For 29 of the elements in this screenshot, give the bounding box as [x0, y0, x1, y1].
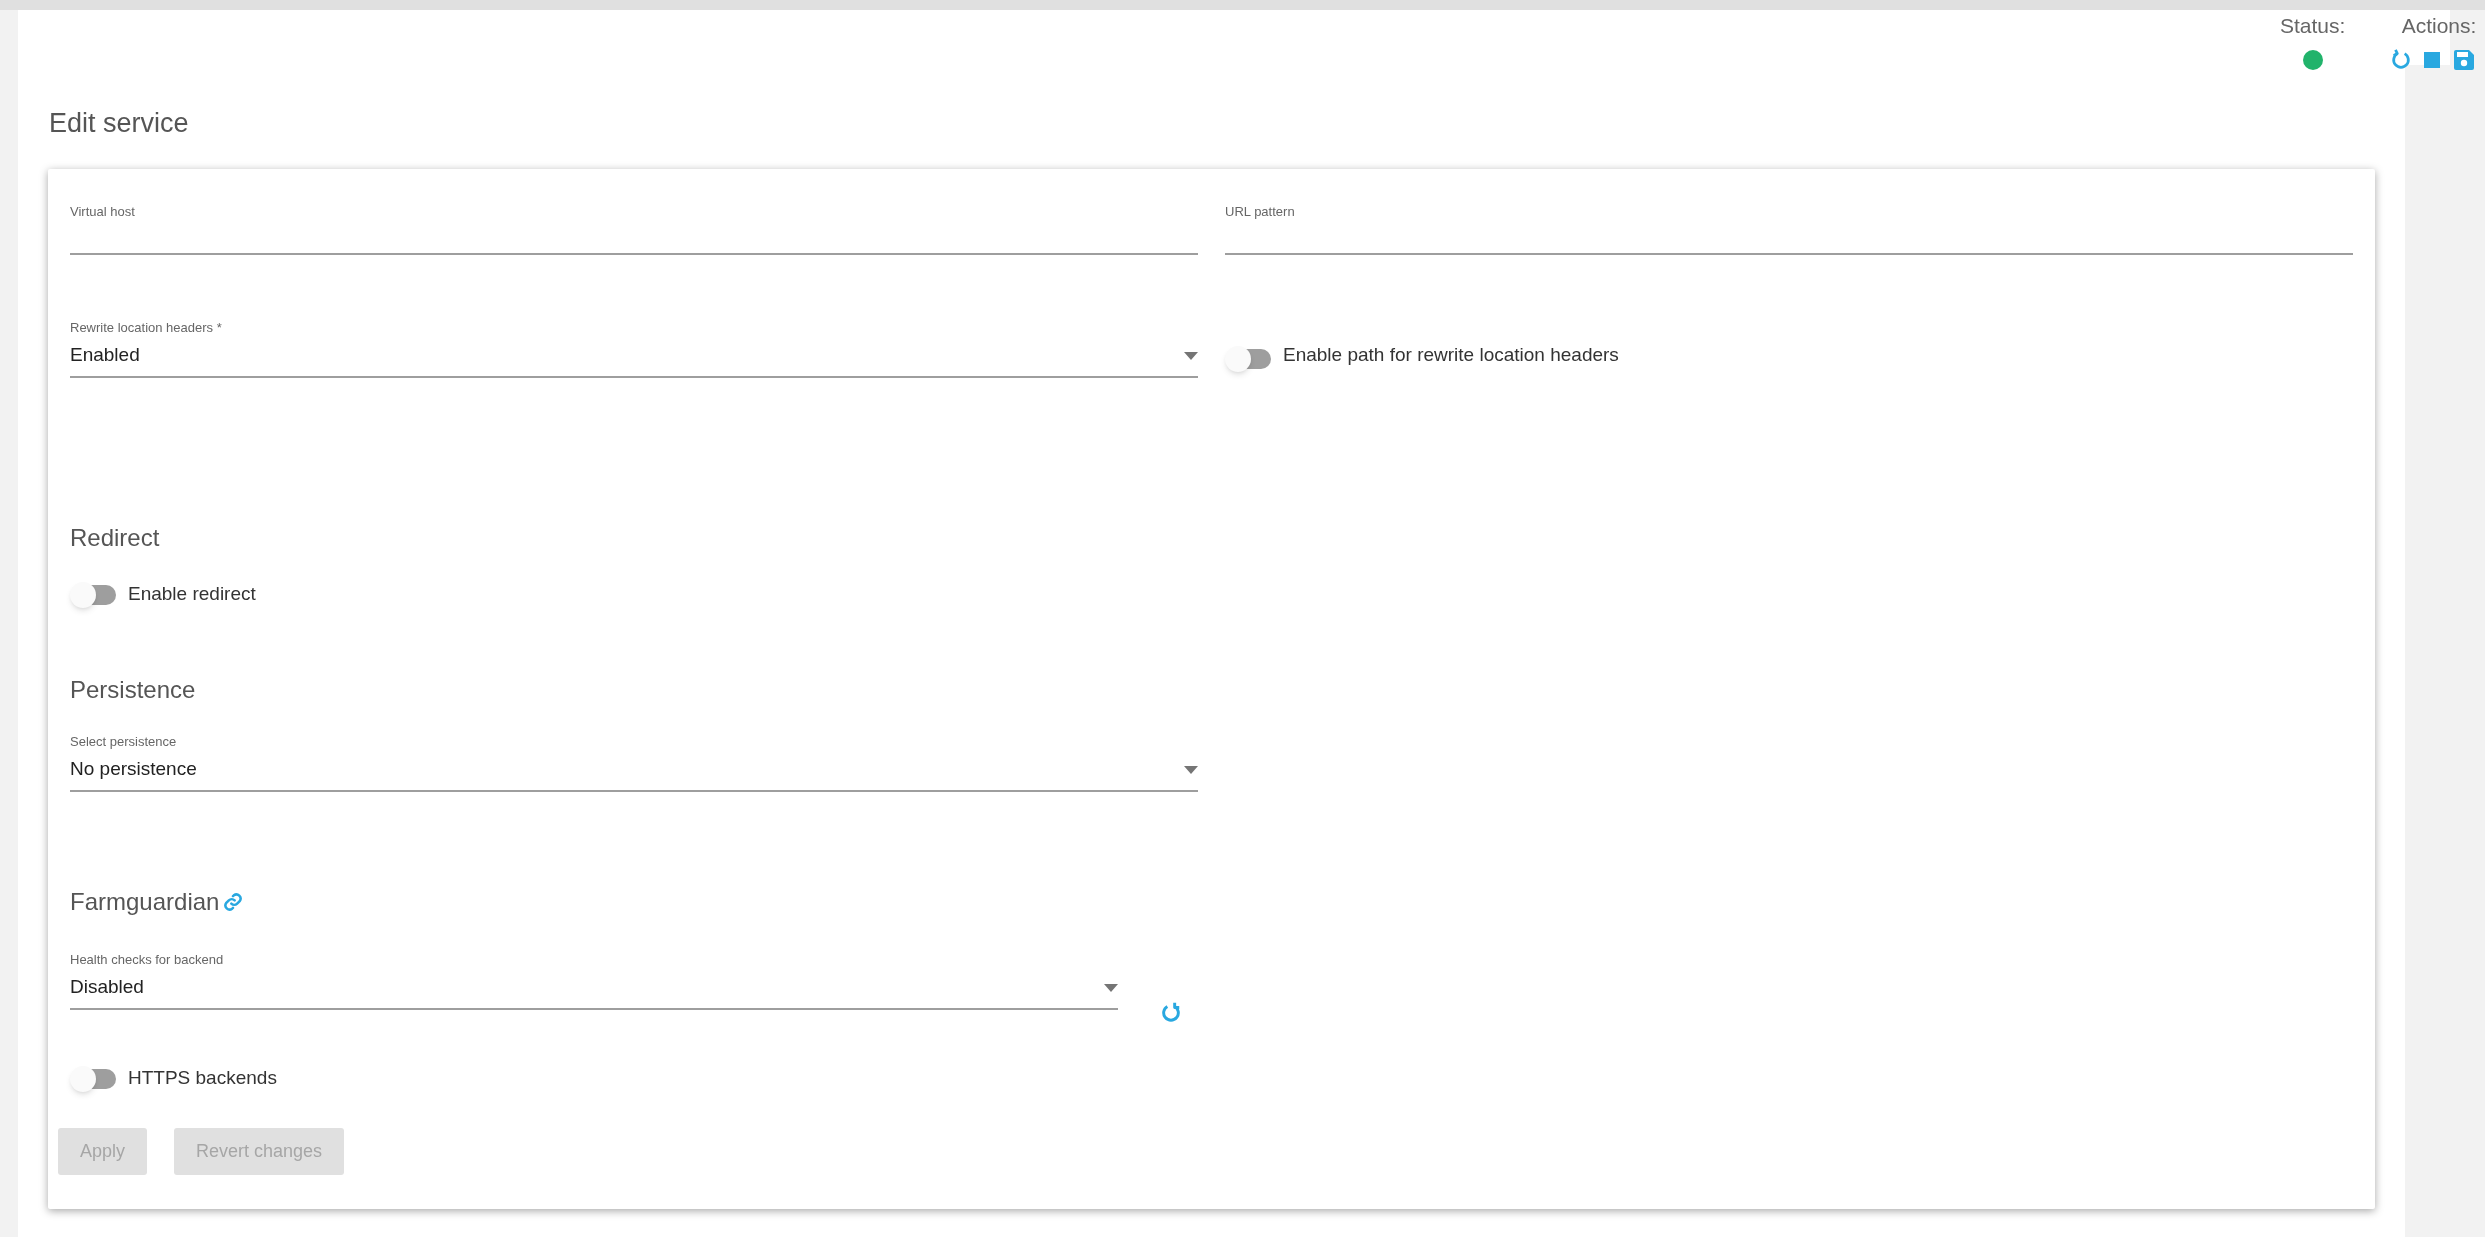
select-value: Enabled [70, 343, 141, 367]
link-icon[interactable] [223, 890, 244, 913]
section-heading: Farmguardian [70, 886, 220, 917]
toggle-label: Enable path for rewrite location headers [1283, 343, 1619, 367]
save-icon[interactable] [2452, 47, 2477, 72]
section-heading: Persistence [70, 674, 197, 705]
select-field[interactable]: Health checks for backend Disabled [70, 949, 1118, 1010]
select-field[interactable]: Select persistence No persistence [70, 731, 1198, 792]
text-field[interactable]: Virtual host [70, 198, 1198, 255]
text-field[interactable]: URL pattern [1225, 198, 2353, 255]
page-title: Edit service [49, 107, 190, 140]
select-value: No persistence [70, 757, 198, 781]
dropdown-caret-icon [1184, 765, 1198, 774]
status-label: Status: [2280, 13, 2346, 39]
dropdown-caret-icon [1184, 351, 1198, 360]
field-label: URL pattern [1225, 203, 1295, 219]
toggle-label: HTTPS backends [128, 1066, 277, 1091]
toggle-label: Enable redirect [128, 582, 256, 607]
field-label: Health checks for backend [70, 950, 225, 969]
field-label: Select persistence [70, 732, 178, 751]
select-field[interactable]: Rewrite location headers * Enabled [70, 317, 1198, 378]
dropdown-caret-icon [1104, 983, 1118, 992]
field-label: Rewrite location headers * [70, 318, 223, 337]
actions-label: Actions: [2401, 13, 2477, 39]
section-heading: Redirect [70, 522, 161, 553]
field-label: Virtual host [70, 203, 135, 219]
stop-icon[interactable] [2424, 51, 2441, 68]
select-value: Disabled [70, 975, 145, 999]
restart-icon[interactable] [2390, 47, 2413, 72]
